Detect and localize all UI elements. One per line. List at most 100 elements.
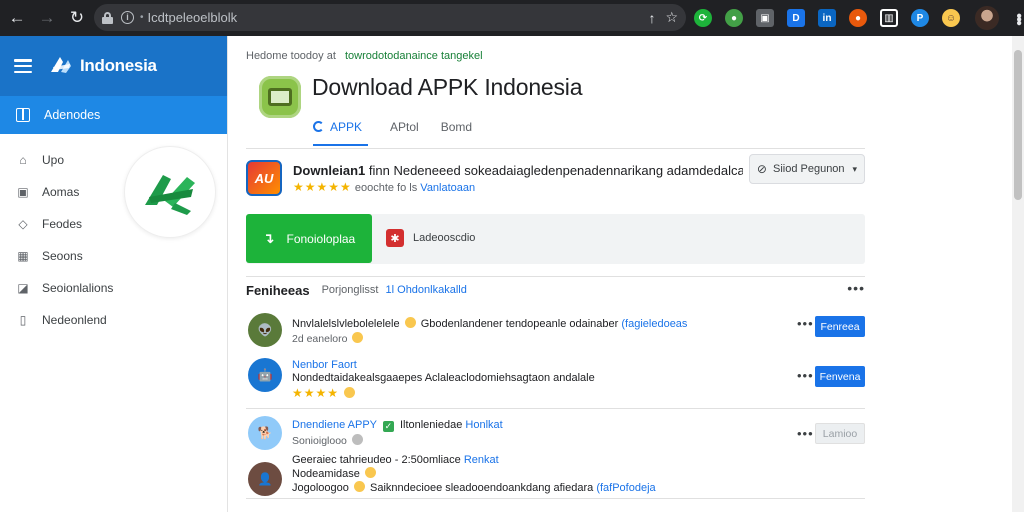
phone-icon: ▯ — [19, 313, 27, 327]
browser-menu-icon[interactable]: ••• — [1009, 13, 1024, 24]
breadcrumb: Hedome toodoy at towrodotodanaince tange… — [246, 50, 483, 62]
list-item: 🤖 Nenbor Faort Nondedtaidakealsgaaepes A… — [246, 358, 865, 400]
url-text[interactable]: Icdtpeleoelblolk — [148, 10, 639, 25]
list-item-text: Saiknndecioee sleadooendoankdang afiedar… — [370, 482, 594, 494]
sidebar-item[interactable]: ▦ Seoons — [0, 240, 227, 272]
emoji-icon — [353, 481, 365, 492]
list-item-text: Gbodenlandener tendopeanle odainaber — [420, 318, 619, 330]
red-robot-avatar[interactable]: 🤖 — [248, 358, 282, 392]
reply-icon — [351, 434, 363, 445]
sidebar-item-label: Upo — [42, 153, 65, 167]
list-item-button[interactable]: Fenvena — [815, 366, 865, 387]
green-ak-logo-icon — [145, 175, 195, 215]
list-item-button[interactable]: Lamioo — [815, 423, 865, 444]
forward-button[interactable]: → — [34, 5, 60, 31]
profile-avatar[interactable] — [975, 6, 999, 30]
rating-stars: ★★★★★ — [293, 180, 352, 194]
sidebar-item[interactable]: ◪ Seoionlalions — [0, 272, 227, 304]
more-options-icon[interactable]: ••• — [797, 368, 814, 383]
list-item-button[interactable]: Fenreea — [815, 316, 865, 337]
tag-icon: ◇ — [18, 217, 28, 231]
report-icon[interactable]: ✱ — [386, 229, 404, 247]
sidebar: Indonesia Adenodes ⌂ Upo ▣ Aomas ◇ Feode… — [0, 36, 228, 512]
list-item-text: Geeraiec tahrieudeo - 2:50omliace — [292, 454, 461, 466]
page-title: Download APPK Indonesia — [312, 74, 583, 100]
emoji-icon — [404, 317, 416, 328]
tab-bar: APPK APtol Bomd — [313, 118, 494, 146]
summary-title-rest: finn Nedeneeed sokeadaiagledenpenadennar… — [368, 163, 743, 178]
puzzle-icon[interactable]: ▣ — [756, 9, 774, 27]
info-icon[interactable]: i — [121, 11, 134, 24]
list-item-line: Nnvlalelslvlebolelelele Gbodenlandener t… — [292, 317, 687, 330]
download-button[interactable]: ↴ Fonoioloplaa — [246, 214, 372, 263]
scrollbar[interactable] — [1012, 36, 1024, 512]
reload-button[interactable]: ↻ — [64, 5, 90, 31]
share-button-label: Siiod Pegunon — [772, 163, 845, 175]
summary-meta-link[interactable]: Vanlatoaan — [420, 182, 475, 194]
app-icon — [259, 76, 301, 118]
sidebar-item-active[interactable]: Adenodes — [0, 96, 227, 134]
main-content: Hedome toodoy at towrodotodanaince tange… — [229, 36, 1012, 512]
summary-app-icon: AU — [246, 160, 282, 196]
tab-aptol[interactable]: APtol — [390, 118, 419, 146]
share-button[interactable]: ⊘ Siiod Pegunon ▾ — [749, 154, 865, 184]
bookmark-star-icon[interactable]: ☆ — [665, 9, 678, 26]
emoji-icon — [364, 467, 376, 478]
list-item-name[interactable]: Dnendiene APPY — [292, 419, 377, 431]
tab-label: APtol — [390, 120, 419, 134]
list-item-link[interactable]: (fafPofodeja — [596, 482, 655, 494]
list-item-link[interactable]: (fagieledoeas — [621, 318, 687, 330]
more-options-icon[interactable]: ••• — [847, 280, 865, 296]
list-item-text: Jogoloogoo — [292, 482, 349, 494]
dog-avatar[interactable]: 🐕 — [248, 416, 282, 450]
emoji-icon — [352, 332, 364, 343]
address-bar[interactable]: i • Icdtpeleoelblolk ↑ ☆ — [94, 4, 686, 31]
list-item-text: Iltonleniedae — [399, 419, 463, 431]
more-options-icon[interactable]: ••• — [797, 426, 814, 441]
sidebar-item[interactable]: ▯ Nedeonlend — [0, 304, 227, 336]
chart-icon: ◪ — [17, 281, 29, 295]
sidebar-item-label: Adenodes — [44, 108, 101, 122]
hamburger-menu-icon[interactable] — [14, 59, 32, 73]
tab-appk[interactable]: APPK — [313, 118, 369, 146]
linkedin-icon[interactable]: in — [818, 9, 836, 27]
scrollbar-thumb[interactable] — [1014, 50, 1022, 200]
lock-icon[interactable] — [102, 11, 113, 24]
link-icon: ⊘ — [756, 162, 767, 176]
person-avatar[interactable]: 👤 — [248, 462, 282, 496]
share-arrow-icon[interactable]: ↑ — [648, 10, 655, 26]
browser-toolbar: ← → ↻ i • Icdtpeleoelblolk ↑ ☆ ⟳ ● ▣ Din ● ▥ P… — [0, 0, 1024, 36]
brand-logo-icon — [51, 57, 71, 73]
list-item-sub: 2d eaneloro — [292, 332, 365, 345]
green-refresh-icon[interactable]: ⟳ — [694, 9, 712, 27]
orange-circle-icon[interactable]: ● — [849, 9, 867, 27]
green-alien-avatar[interactable]: 👽 — [248, 313, 282, 347]
report-label[interactable]: Ladeooscdio — [413, 232, 475, 244]
list-item-name[interactable]: Nenbor Faort — [292, 359, 357, 371]
smiley-icon[interactable]: ☺ — [942, 9, 960, 27]
blue-p-icon[interactable]: P — [911, 9, 929, 27]
breadcrumb-prefix: Hedome toodoy at — [246, 50, 336, 62]
sidebar-item-label: Seoionlalions — [42, 281, 114, 295]
reader-icon[interactable]: ▥ — [880, 9, 898, 27]
list-item-sub: ★★★★ — [292, 386, 357, 400]
brand-name[interactable]: Indonesia — [80, 56, 157, 76]
blue-d-icon[interactable]: D — [787, 9, 805, 27]
home-icon: ⌂ — [19, 153, 27, 167]
extensions-bar: ⟳ ● ▣ Din ● ▥ P ☺ ••• — [694, 6, 1024, 30]
section-subtitle-text: Porjonglisst — [321, 284, 379, 296]
list-item-link[interactable]: Renkat — [464, 454, 499, 466]
colorful-globe-icon[interactable]: ● — [725, 9, 743, 27]
back-button[interactable]: ← — [4, 5, 30, 31]
sidebar-item-label: Nedeonlend — [42, 313, 107, 327]
tab-bomd[interactable]: Bomd — [441, 118, 472, 146]
list-item-name[interactable]: Nnvlalelslvlebolelelele — [292, 318, 400, 330]
summary-meta-text: eoochte fo ls — [354, 182, 418, 194]
book-icon — [16, 108, 30, 122]
more-options-icon[interactable]: ••• — [797, 316, 814, 331]
list-item-link[interactable]: Honlkat — [465, 419, 502, 431]
divider — [246, 276, 865, 277]
refresh-icon — [313, 121, 324, 132]
section-subtitle-link[interactable]: 1l Ohdonlkakalld — [386, 284, 467, 296]
breadcrumb-link[interactable]: towrodotodanaince tangekel — [345, 50, 483, 62]
